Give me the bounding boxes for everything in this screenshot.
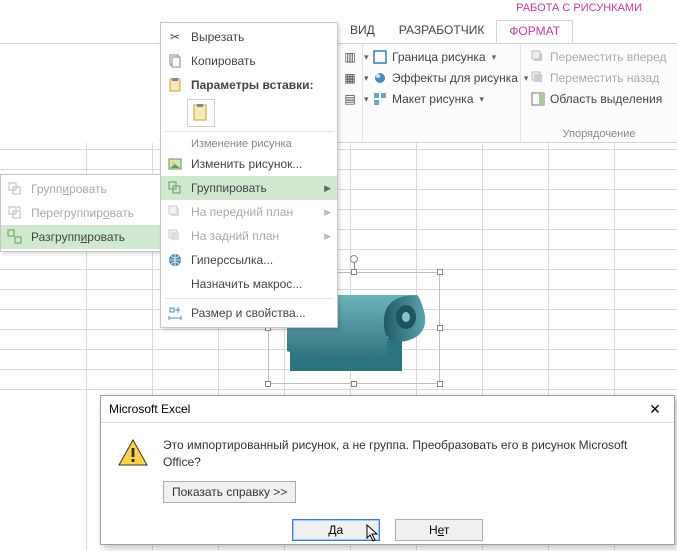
menu-hyperlink-label: Гиперссылка... — [191, 253, 273, 267]
ribbon-context-title: РАБОТА С РИСУНКАМИ — [502, 0, 656, 20]
menu-copy-label: Копировать — [191, 54, 256, 68]
send-back-icon — [167, 228, 183, 244]
submenu-arrow-icon: ▶ — [324, 231, 331, 242]
submenu-group-label: Группировать — [31, 182, 107, 196]
ungroup-icon — [7, 229, 23, 245]
send-backward-label: Переместить назад — [550, 71, 659, 85]
resize-handle-bm[interactable] — [351, 381, 357, 387]
menu-hyperlink[interactable]: Гиперссылка... — [161, 248, 337, 272]
bring-forward-icon — [530, 49, 546, 65]
hyperlink-icon — [167, 252, 183, 268]
bring-front-icon — [167, 204, 183, 220]
group-icon — [7, 181, 23, 197]
regroup-icon — [7, 205, 23, 221]
dialog-message: Это импортированный рисунок, а не группа… — [163, 437, 658, 471]
arrange-group-label: Упорядочение — [521, 128, 677, 140]
submenu-ungroup[interactable]: Разгруппировать — [1, 225, 160, 249]
show-help-label: Показать справку >> — [172, 485, 287, 499]
change-picture-icon — [167, 156, 183, 172]
context-menu: ✂ Вырезать Копировать Параметры вставки:… — [160, 22, 338, 328]
menu-change-picture-title: Изменение рисунка — [161, 134, 337, 152]
split-button-3[interactable]: ▤▾ — [339, 90, 356, 108]
submenu-arrow-icon: ▶ — [324, 183, 331, 194]
menu-bring-front[interactable]: На передний план ▶ — [161, 200, 337, 224]
menu-size-properties[interactable]: Размер и свойства... — [161, 301, 337, 325]
picture-effects-icon — [372, 70, 388, 86]
picture-layout-icon — [372, 91, 388, 107]
split-button-2[interactable]: ▦▾ — [339, 69, 356, 87]
picture-border-label: Граница рисунка — [392, 50, 486, 64]
tab-view[interactable]: ВИД — [338, 20, 387, 43]
split-button-1[interactable]: ▥▾ — [339, 48, 356, 66]
menu-group-label: Группировать — [191, 181, 267, 195]
cut-icon: ✂ — [167, 29, 183, 45]
message-dialog: Microsoft Excel ✕ Это импортированный ри… — [100, 395, 675, 545]
menu-group[interactable]: Группировать ▶ — [161, 176, 337, 200]
resize-handle-tr[interactable] — [437, 269, 443, 275]
menu-send-back-label: На задний план — [191, 229, 279, 243]
picture-border-button[interactable]: Граница рисунка▾ — [369, 48, 514, 66]
resize-handle-br[interactable] — [437, 381, 443, 387]
resize-handle-mr[interactable] — [437, 325, 443, 331]
picture-layout-button[interactable]: Макет рисунка▾ — [369, 90, 514, 108]
submenu-regroup[interactable]: Перегруппировать — [1, 201, 160, 225]
warning-icon — [117, 437, 149, 469]
send-backward-button[interactable]: Переместить назад — [527, 69, 671, 87]
selection-pane-icon — [530, 91, 546, 107]
picture-effects-button[interactable]: Эффекты для рисунка▾ — [369, 69, 514, 87]
paste-option-button[interactable] — [187, 99, 215, 127]
menu-cut-label: Вырезать — [191, 30, 244, 44]
dialog-yes-button[interactable]: Да — [292, 519, 380, 541]
group-menu-icon — [167, 180, 183, 196]
dialog-no-button[interactable]: Нет — [395, 519, 483, 541]
resize-handle-bl[interactable] — [265, 381, 271, 387]
menu-bring-front-label: На передний план — [191, 205, 293, 219]
close-icon: ✕ — [649, 401, 661, 417]
copy-icon — [167, 53, 183, 69]
menu-paste-options-header: Параметры вставки: — [161, 73, 337, 97]
dialog-no-label: Нет — [429, 523, 449, 537]
macro-icon — [167, 276, 183, 292]
picture-layout-label: Макет рисунка — [392, 92, 474, 106]
submenu-arrow-icon: ▶ — [324, 207, 331, 218]
menu-send-back[interactable]: На задний план ▶ — [161, 224, 337, 248]
group-submenu: Группировать Перегруппировать Разгруппир… — [0, 174, 161, 252]
menu-change-picture[interactable]: Изменить рисунок... — [161, 152, 337, 176]
submenu-regroup-label: Перегруппировать — [31, 206, 134, 220]
picture-border-icon — [372, 49, 388, 65]
dialog-close-button[interactable]: ✕ — [644, 401, 666, 418]
send-backward-icon — [530, 70, 546, 86]
tab-format[interactable]: ФОРМАТ — [496, 20, 573, 43]
rotate-handle[interactable] — [350, 255, 358, 263]
picture-effects-label: Эффекты для рисунка — [392, 71, 518, 85]
menu-cut[interactable]: ✂ Вырезать — [161, 25, 337, 49]
size-props-icon — [167, 305, 183, 321]
resize-handle-tm[interactable] — [351, 269, 357, 275]
paste-icon — [167, 77, 183, 93]
ribbon-content: ▥▾ ▦▾ ▤▾ Граница рисунка▾ Эффекты для ри… — [333, 44, 677, 143]
bring-forward-button[interactable]: Переместить вперед — [527, 48, 671, 66]
selection-pane-label: Область выделения — [550, 92, 662, 106]
ribbon-tabs: ВИД РАЗРАБОТЧИК ФОРМАТ — [0, 20, 677, 44]
bring-forward-label: Переместить вперед — [550, 50, 666, 64]
selection-pane-button[interactable]: Область выделения — [527, 90, 671, 108]
menu-assign-macro-label: Назначить макрос... — [191, 277, 302, 291]
menu-size-props-label: Размер и свойства... — [191, 306, 306, 320]
dialog-yes-label: Да — [328, 523, 343, 537]
menu-change-picture-label: Изменить рисунок... — [191, 157, 302, 171]
menu-paste-options-label: Параметры вставки: — [191, 78, 314, 92]
submenu-ungroup-label: Разгруппировать — [31, 230, 125, 244]
dialog-title: Microsoft Excel — [109, 402, 190, 416]
submenu-group[interactable]: Группировать — [1, 177, 160, 201]
show-help-button[interactable]: Показать справку >> — [163, 481, 296, 504]
menu-assign-macro[interactable]: Назначить макрос... — [161, 272, 337, 296]
menu-copy[interactable]: Копировать — [161, 49, 337, 73]
tab-developer[interactable]: РАЗРАБОТЧИК — [387, 20, 497, 43]
